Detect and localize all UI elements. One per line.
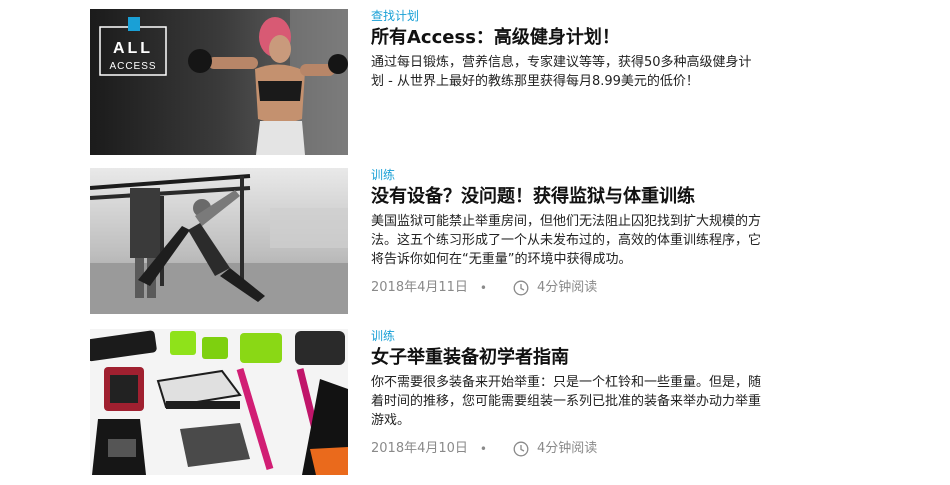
article-title[interactable]: 女子举重装备初学者指南	[371, 347, 771, 369]
article-title[interactable]: 所有Access：高级健身计划！	[371, 27, 771, 49]
article-meta: 2018年4月10日 • 4分钟阅读	[371, 440, 771, 458]
article-title[interactable]: 没有设备？没问题！获得监狱与体重训练	[371, 186, 771, 208]
article-category[interactable]: 训练	[371, 168, 771, 182]
fitness-photo-image: ALL ACCESS	[90, 9, 348, 155]
meta-separator: •	[479, 281, 487, 295]
article-excerpt: 你不需要很多装备来开始举重：只是一个杠铃和一些重量。但是，随着时间的推移，您可能…	[371, 375, 762, 428]
article-thumbnail[interactable]	[90, 329, 348, 475]
article-category[interactable]: 训练	[371, 329, 771, 343]
article-read-time: 4分钟阅读	[536, 441, 598, 456]
article-date: 2018年4月11日	[371, 280, 468, 295]
lifting-gear-photo-image	[90, 329, 348, 475]
article-card: 训练 没有设备？没问题！获得监狱与体重训练 美国监狱可能禁止举重房间，但他们无法…	[90, 168, 790, 314]
meta-separator: •	[479, 442, 487, 456]
article-text: 查找计划 所有Access：高级健身计划！ 通过每日锻炼，营养信息，专家建议等等…	[371, 9, 771, 91]
article-text: 训练 没有设备？没问题！获得监狱与体重训练 美国监狱可能禁止举重房间，但他们无法…	[371, 168, 771, 297]
article-category[interactable]: 查找计划	[371, 9, 771, 23]
article-excerpt: 通过每日锻炼，营养信息，专家建议等等，获得50多种高级健身计划 - 从世界上最好…	[371, 55, 752, 89]
clock-icon	[513, 441, 529, 457]
article-date: 2018年4月10日	[371, 441, 468, 456]
thumb-label-top: ALL	[113, 40, 153, 57]
article-thumbnail[interactable]	[90, 168, 348, 314]
article-thumbnail[interactable]: ALL ACCESS	[90, 9, 348, 155]
article-text: 训练 女子举重装备初学者指南 你不需要很多装备来开始举重：只是一个杠铃和一些重量…	[371, 329, 771, 458]
thumb-label-bottom: ACCESS	[109, 61, 156, 72]
article-card: ALL ACCESS 查找计划 所有Access：高级健身计划！ 通过每日锻炼，…	[90, 9, 790, 155]
clock-icon	[513, 280, 529, 296]
article-meta: 2018年4月11日 • 4分钟阅读	[371, 279, 771, 297]
prison-workout-photo-image	[90, 168, 348, 314]
article-card: 训练 女子举重装备初学者指南 你不需要很多装备来开始举重：只是一个杠铃和一些重量…	[90, 329, 790, 475]
article-excerpt: 美国监狱可能禁止举重房间，但他们无法阻止囚犯找到扩大规模的方法。这五个练习形成了…	[371, 214, 762, 267]
article-read-time: 4分钟阅读	[536, 280, 598, 295]
